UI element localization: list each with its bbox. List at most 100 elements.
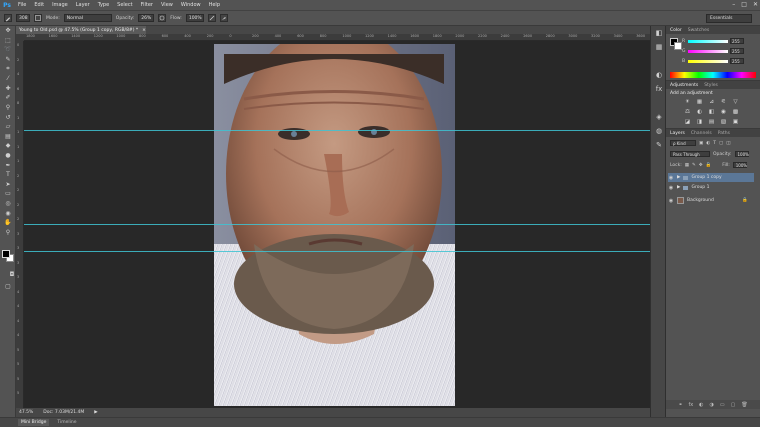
clone-stamp-tool-icon[interactable]: ⚲: [0, 103, 16, 113]
pen-tool-icon[interactable]: ✒: [0, 160, 16, 170]
red-slider[interactable]: [688, 39, 728, 43]
tab-mini-bridge[interactable]: Mini Bridge: [18, 419, 50, 426]
type-tool-icon[interactable]: T: [0, 170, 16, 180]
path-select-tool-icon[interactable]: ➤: [0, 180, 16, 190]
expand-arrow-icon[interactable]: ▶: [677, 185, 680, 190]
eyedropper-tool-icon[interactable]: ⁄: [0, 74, 16, 84]
document-info[interactable]: Doc: 7.03M/21.4M: [43, 410, 84, 415]
visibility-eye-icon[interactable]: ◉: [668, 198, 674, 204]
brush-tool-icon[interactable]: ✐: [0, 93, 16, 103]
link-layers-icon[interactable]: ⚭: [678, 402, 682, 408]
green-slider[interactable]: [688, 49, 728, 53]
hand-tool-icon[interactable]: ✋: [0, 218, 16, 228]
ruler-corner[interactable]: [16, 34, 24, 41]
threshold-icon[interactable]: ▤: [708, 118, 715, 125]
lock-position-icon[interactable]: ✥: [699, 163, 703, 168]
color-balance-icon[interactable]: ◐: [696, 108, 703, 115]
status-arrow-icon[interactable]: ▶: [94, 410, 97, 415]
adjustments-icon[interactable]: ◐: [651, 68, 667, 82]
brightness-contrast-icon[interactable]: ☀: [684, 98, 691, 105]
document-tab[interactable]: Young to Old.psd @ 47.5% (Group 1 copy, …: [16, 26, 146, 34]
crop-tool-icon[interactable]: ⌗: [0, 64, 16, 74]
menu-window[interactable]: Window: [177, 2, 205, 8]
tab-swatches[interactable]: Swatches: [688, 28, 710, 33]
guide-line[interactable]: [24, 224, 650, 225]
styles-icon[interactable]: fx: [651, 82, 667, 96]
channel-mixer-icon[interactable]: ▩: [732, 108, 739, 115]
layer-row[interactable]: ◉ ▶ Group 1: [668, 183, 754, 192]
document-image-portrait[interactable]: [214, 44, 455, 406]
new-layer-icon[interactable]: ▢: [731, 402, 736, 408]
channels-icon[interactable]: ◍: [651, 124, 667, 138]
menu-filter[interactable]: Filter: [137, 2, 157, 8]
brush-tool-preset-icon[interactable]: [4, 14, 12, 22]
shape-tool-icon[interactable]: ▭: [0, 189, 16, 199]
green-value-field[interactable]: 255: [730, 48, 744, 54]
mode-select[interactable]: Normal: [63, 14, 112, 22]
layer-style-icon[interactable]: fx: [688, 402, 693, 408]
lock-all-icon[interactable]: 🔒: [706, 163, 712, 168]
guide-line[interactable]: [24, 251, 650, 252]
tab-paths[interactable]: Paths: [718, 131, 730, 136]
layer-row[interactable]: ◉ ▶ Group 1 copy: [668, 173, 754, 182]
curves-icon[interactable]: ⊿: [708, 98, 715, 105]
layers-icon[interactable]: ◈: [651, 110, 667, 124]
filter-pixel-icon[interactable]: ▣: [699, 141, 703, 146]
opacity-pressure-icon[interactable]: [158, 14, 167, 22]
fill-field[interactable]: 100%: [732, 162, 747, 168]
gradient-tool-icon[interactable]: ▤: [0, 132, 16, 142]
layer-opacity-field[interactable]: 100%: [734, 151, 749, 157]
3d-camera-tool-icon[interactable]: ◉: [0, 208, 16, 218]
canvas-area[interactable]: [24, 41, 650, 408]
swatches-icon[interactable]: ▦: [651, 40, 667, 54]
airbrush-icon[interactable]: [207, 14, 216, 22]
guide-line[interactable]: [24, 130, 650, 131]
minimize-button[interactable]: –: [732, 1, 735, 8]
hue-saturation-icon[interactable]: ⚖: [684, 108, 691, 115]
visibility-eye-icon[interactable]: ◉: [668, 185, 674, 191]
filter-shape-icon[interactable]: ▢: [719, 141, 723, 146]
foreground-color-swatch[interactable]: [2, 250, 10, 258]
selective-color-icon[interactable]: ▣: [732, 118, 739, 125]
delete-layer-icon[interactable]: 🗑: [741, 402, 747, 408]
flow-field[interactable]: 100%: [185, 14, 204, 22]
blend-mode-select[interactable]: Pass Through: [670, 151, 710, 157]
close-button[interactable]: ✕: [753, 1, 758, 8]
pressure-size-icon[interactable]: [219, 14, 228, 22]
expand-arrow-icon[interactable]: ▶: [677, 175, 680, 180]
tab-adjustments[interactable]: Adjustments: [670, 83, 698, 88]
document-tab-close-icon[interactable]: ×: [142, 28, 146, 33]
eraser-tool-icon[interactable]: ▱: [0, 122, 16, 132]
menu-help[interactable]: Help: [205, 2, 224, 8]
vertical-ruler[interactable]: 0 2 4 6 8 1 1 1 1 2 2 2 2 3 3 3 3 4 4 4 4 5 5 5 5: [16, 41, 24, 408]
background-color-chip[interactable]: [674, 42, 682, 50]
horizontal-ruler[interactable]: 1800 1600 1400 1200 1000 800 600 400 200 0 200 400 6…: [24, 34, 650, 41]
maximize-button[interactable]: □: [741, 1, 747, 8]
black-white-icon[interactable]: ◧: [708, 108, 715, 115]
photo-filter-icon[interactable]: ◉: [720, 108, 727, 115]
filter-smart-icon[interactable]: ◫: [726, 141, 730, 146]
tab-timeline[interactable]: Timeline: [57, 420, 76, 425]
new-group-icon[interactable]: ▭: [720, 402, 725, 408]
menu-file[interactable]: File: [14, 2, 30, 8]
gradient-map-icon[interactable]: ▧: [720, 118, 727, 125]
tab-color[interactable]: Color: [670, 28, 682, 33]
color-icon[interactable]: ◧: [651, 26, 667, 40]
layer-mask-icon[interactable]: ◐: [699, 402, 703, 408]
zoom-level[interactable]: 47.5%: [19, 410, 33, 415]
lock-pixels-icon[interactable]: ✎: [692, 163, 696, 168]
tab-channels[interactable]: Channels: [691, 131, 712, 136]
3d-rotate-tool-icon[interactable]: ◎: [0, 199, 16, 209]
marquee-tool-icon[interactable]: ⬚: [0, 36, 16, 46]
brush-size-field[interactable]: 308: [16, 14, 30, 22]
workspace-select[interactable]: Essentials: [706, 14, 752, 23]
paths-icon[interactable]: ✎: [651, 138, 667, 152]
menu-view[interactable]: View: [157, 2, 177, 8]
new-adjustment-icon[interactable]: ◑: [710, 402, 714, 408]
blur-tool-icon[interactable]: ◆: [0, 141, 16, 151]
menu-select[interactable]: Select: [113, 2, 136, 8]
move-tool-icon[interactable]: ✥: [0, 26, 16, 36]
exposure-icon[interactable]: ⚟: [720, 98, 727, 105]
tab-layers[interactable]: Layers: [670, 131, 685, 136]
menu-edit[interactable]: Edit: [30, 2, 48, 8]
